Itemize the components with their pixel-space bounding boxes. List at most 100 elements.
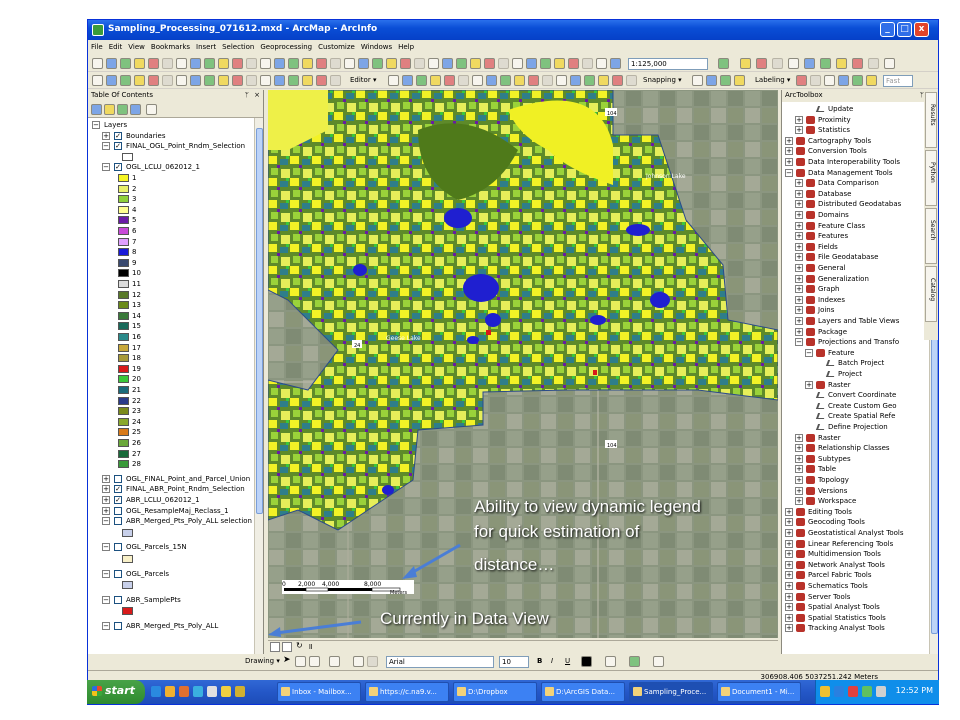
- taskbar-button[interactable]: https://c.na9.v...: [365, 682, 449, 702]
- help-icon[interactable]: [804, 58, 815, 69]
- layer-checkbox[interactable]: [114, 506, 122, 515]
- expand-toggle[interactable]: +: [785, 592, 793, 601]
- expand-toggle[interactable]: +: [785, 560, 793, 569]
- toolbox-item[interactable]: Batch Project: [782, 358, 928, 368]
- pin-icon[interactable]: ᛘ: [245, 91, 249, 99]
- layer-item[interactable]: − ABR_Merged_Pts_Poly_ALL: [88, 621, 254, 631]
- trace-icon[interactable]: [824, 75, 835, 86]
- expand-toggle[interactable]: +: [102, 131, 110, 140]
- rotate-icon[interactable]: [295, 656, 306, 667]
- expand-toggle[interactable]: −: [102, 595, 110, 604]
- layout-icon[interactable]: [92, 75, 103, 86]
- layout-icon[interactable]: [514, 75, 525, 86]
- expand-toggle[interactable]: +: [805, 380, 813, 389]
- redo-icon[interactable]: [718, 58, 729, 69]
- save-icon[interactable]: [232, 58, 243, 69]
- toolbox-item[interactable]: + Feature Class: [782, 221, 928, 231]
- rectangle-icon[interactable]: [329, 656, 340, 667]
- python-icon[interactable]: [788, 58, 799, 69]
- expand-toggle[interactable]: −: [102, 569, 110, 578]
- edit-tool-icon[interactable]: [134, 75, 145, 86]
- toolbox-item[interactable]: + Package: [782, 327, 928, 337]
- toolbox-item[interactable]: + Spatial Statistics Tools: [782, 613, 928, 623]
- toolbox-item[interactable]: + Table: [782, 464, 928, 474]
- taskbar-button[interactable]: Inbox - Mailbox...: [277, 682, 361, 702]
- legend-item[interactable]: 22: [88, 396, 254, 406]
- layer-checkbox[interactable]: ✓: [114, 485, 122, 494]
- toolbox-item[interactable]: + Proximity: [782, 115, 928, 125]
- legend-item[interactable]: 19: [88, 364, 254, 374]
- layer-item[interactable]: + ✓ FINAL_ABR_Point_Rndm_Selection: [88, 484, 254, 494]
- layers-group[interactable]: − Layers: [88, 120, 254, 130]
- list-by-selection-icon[interactable]: [130, 104, 141, 115]
- volume-icon[interactable]: [876, 686, 886, 697]
- snap-icon[interactable]: [316, 75, 327, 86]
- toolbox-item[interactable]: + Joins: [782, 305, 928, 315]
- sketch-icon[interactable]: [444, 75, 455, 86]
- label-quality-dropdown[interactable]: Fast: [883, 75, 913, 87]
- expand-toggle[interactable]: +: [795, 497, 803, 506]
- toolbox-icon[interactable]: [772, 58, 783, 69]
- layer-checkbox[interactable]: [114, 517, 122, 526]
- expand-toggle[interactable]: +: [795, 126, 803, 135]
- layout-icon[interactable]: [866, 75, 877, 86]
- label-icon[interactable]: [500, 75, 511, 86]
- minimize-button[interactable]: _: [880, 22, 895, 37]
- full-extent-icon[interactable]: [868, 58, 879, 69]
- find-icon[interactable]: [484, 58, 495, 69]
- zoom-in-icon[interactable]: [820, 58, 831, 69]
- text-icon[interactable]: [353, 656, 364, 667]
- sketch-icon[interactable]: [796, 75, 807, 86]
- python-icon[interactable]: [372, 58, 383, 69]
- expand-toggle[interactable]: +: [785, 603, 793, 612]
- layer-checkbox[interactable]: [114, 569, 122, 578]
- legend-item[interactable]: 16: [88, 332, 254, 342]
- legend-item[interactable]: 10: [88, 268, 254, 278]
- page-icon[interactable]: [120, 75, 131, 86]
- paste-icon[interactable]: [596, 58, 607, 69]
- list-by-source-icon[interactable]: [104, 104, 115, 115]
- legend-item[interactable]: 27: [88, 449, 254, 459]
- new-icon[interactable]: [204, 58, 215, 69]
- label-icon[interactable]: [626, 75, 637, 86]
- toolbox-item[interactable]: + Spatial Analyst Tools: [782, 602, 928, 612]
- font-dropdown[interactable]: Arial: [386, 656, 494, 668]
- layer-checkbox[interactable]: [114, 474, 122, 483]
- page-icon[interactable]: [542, 75, 553, 86]
- close-icon[interactable]: ×: [254, 91, 260, 99]
- undo-icon[interactable]: [610, 58, 621, 69]
- expand-toggle[interactable]: +: [785, 158, 793, 166]
- expand-toggle[interactable]: −: [785, 168, 793, 177]
- legend-item[interactable]: 4: [88, 205, 254, 215]
- explorer-icon[interactable]: [165, 686, 175, 697]
- pan-icon[interactable]: [428, 58, 439, 69]
- menu-file[interactable]: File: [88, 41, 106, 53]
- menu-help[interactable]: Help: [395, 41, 417, 53]
- help-icon[interactable]: [386, 58, 397, 69]
- expand-toggle[interactable]: −: [805, 348, 813, 357]
- expand-toggle[interactable]: −: [102, 142, 110, 151]
- expand-toggle[interactable]: +: [795, 189, 803, 198]
- catalog-icon[interactable]: [756, 58, 767, 69]
- layer-item[interactable]: + ✓ ABR_LCLU_062012_1: [88, 495, 254, 505]
- fill-color-icon[interactable]: [605, 656, 616, 667]
- expand-toggle[interactable]: +: [102, 474, 110, 483]
- toc-scrollbar[interactable]: [254, 118, 263, 654]
- toolbox-icon[interactable]: [358, 58, 369, 69]
- layer-checkbox[interactable]: ✓: [114, 142, 122, 151]
- expand-toggle[interactable]: +: [785, 147, 793, 156]
- label-icon[interactable]: [204, 75, 215, 86]
- legend-item[interactable]: 17: [88, 343, 254, 353]
- expand-toggle[interactable]: +: [795, 211, 803, 219]
- toolbox-item[interactable]: + Network Analyst Tools: [782, 560, 928, 570]
- legend-item[interactable]: 15: [88, 321, 254, 331]
- expand-toggle[interactable]: +: [795, 295, 803, 304]
- expand-toggle[interactable]: +: [795, 200, 803, 209]
- expand-toggle[interactable]: +: [795, 433, 803, 442]
- copy-icon[interactable]: [582, 58, 593, 69]
- legend-item[interactable]: 9: [88, 258, 254, 268]
- toolbox-item[interactable]: + Topology: [782, 475, 928, 485]
- measure-icon[interactable]: [470, 58, 481, 69]
- toolbox-item[interactable]: + Subtypes: [782, 454, 928, 464]
- toolbox-item[interactable]: + Versions: [782, 486, 928, 496]
